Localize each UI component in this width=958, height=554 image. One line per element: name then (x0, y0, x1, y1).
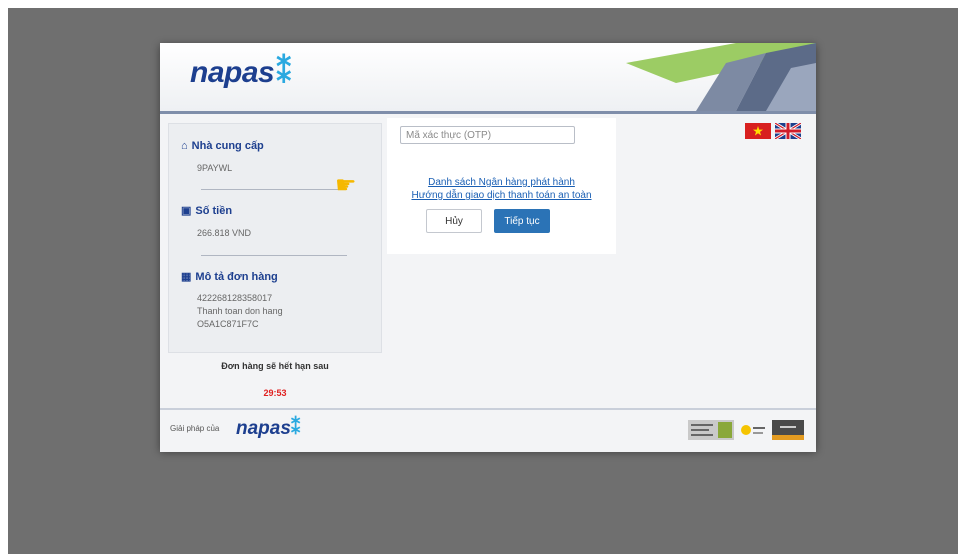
order-title-text: Mô tả đơn hàng (195, 271, 278, 283)
pointing-hand-icon: ☛ (335, 172, 357, 199)
money-icon: ▣ (181, 205, 192, 217)
napas-logo: napas⁑ (190, 55, 291, 90)
pci-badge-icon (688, 420, 734, 440)
order-line: O5A1C871F7C (197, 319, 259, 329)
cancel-button[interactable]: Hủy (426, 209, 482, 233)
verified-badge-icon (772, 420, 804, 440)
divider (201, 255, 347, 256)
expire-label: Đơn hàng sẽ hết hạn sau (221, 361, 329, 371)
otp-panel: Danh sách Ngân hàng phát hành Hướng dẫn … (387, 118, 616, 254)
amount-title: ▣ Số tiền (181, 204, 232, 217)
footer-napas-logo: napas⁑ (236, 417, 300, 440)
language-switcher (745, 123, 801, 139)
payment-card: napas⁑ ⌂ Nhà cung cấp 9PAYWL ▣ Số tiền 2… (160, 43, 816, 452)
otp-input[interactable] (400, 126, 575, 144)
provider-title-text: Nhà cung cấp (191, 140, 264, 152)
order-info-sidebar: ⌂ Nhà cung cấp 9PAYWL ▣ Số tiền 266.818 VN… (168, 123, 382, 353)
header: napas⁑ (160, 43, 816, 114)
order-line: Thanh toan don hang (197, 306, 283, 316)
footer-logo-mark: ⁑ (290, 418, 301, 439)
logo-mark: ⁑ (276, 56, 291, 89)
amount-value: 266.818 VND (197, 228, 252, 238)
continue-button[interactable]: Tiếp tục (494, 209, 550, 233)
header-decoration (626, 43, 816, 111)
logo-text: napas (190, 56, 275, 89)
safe-guide-link[interactable]: Hướng dẫn giao dịch thanh toán an toàn (387, 190, 616, 201)
provided-by-label: Giải pháp của (170, 424, 220, 433)
order-line: 422268128358017 (197, 293, 273, 303)
order-title: ▦ Mô tả đơn hàng (181, 270, 278, 283)
calendar-icon: ▦ (181, 271, 192, 283)
home-icon: ⌂ (181, 140, 188, 152)
amount-title-text: Số tiền (195, 205, 233, 217)
provider-value: 9PAYWL (197, 163, 233, 173)
norton-badge-icon (741, 425, 765, 435)
provider-title: ⌂ Nhà cung cấp (181, 140, 264, 152)
divider (201, 189, 347, 190)
security-badges (688, 420, 804, 440)
vi-flag-icon[interactable] (745, 123, 771, 139)
countdown-timer: 29:53 (263, 388, 287, 398)
bank-list-link[interactable]: Danh sách Ngân hàng phát hành (387, 177, 616, 188)
uk-flag-icon[interactable] (775, 123, 801, 139)
footer-logo-text: napas (236, 418, 291, 439)
footer: Giải pháp của napas⁑ (160, 408, 816, 452)
